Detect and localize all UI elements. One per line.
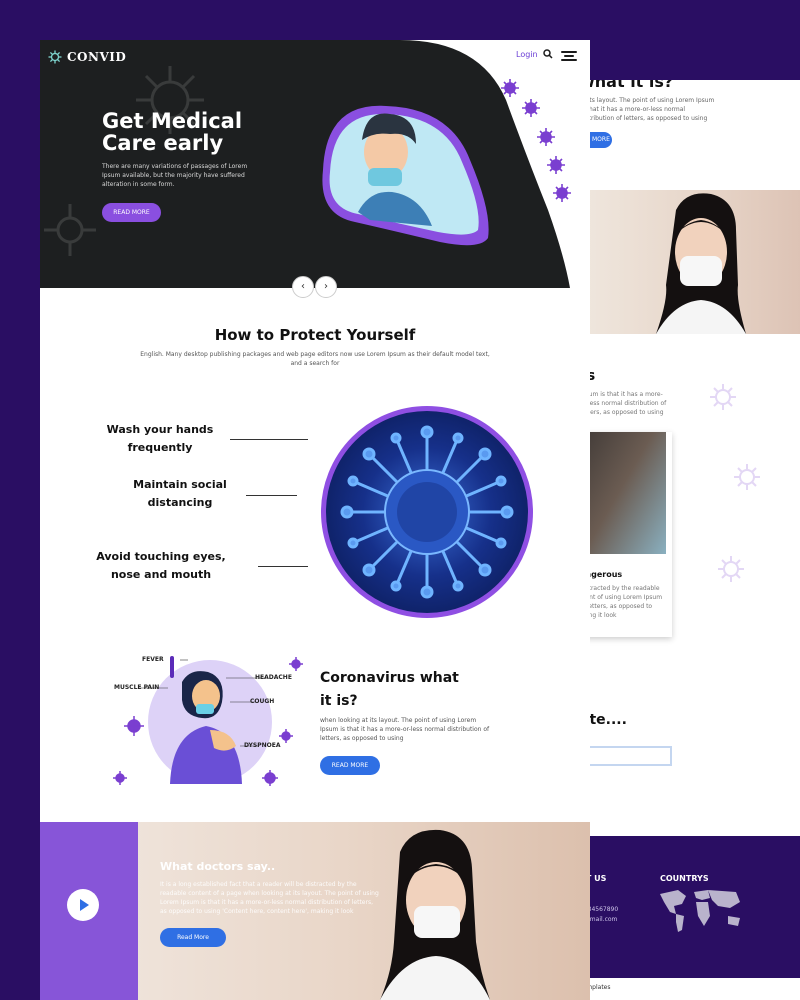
back-section-text: of its layout. The point of using Lorem … [580,97,715,122]
protect-text: English. Many desktop publishing package… [140,351,490,367]
coronavirus-image [321,406,533,618]
chevron-right-icon[interactable]: › [315,276,337,298]
tip-social-distancing: Maintain social distancing [133,478,227,509]
doctor-photo [586,190,800,334]
card-text: distracted by the readable point of usin… [580,585,663,619]
doctors-title: What doctors say.. [160,860,276,873]
doctors-section: What doctors say.. It is a long establis… [40,822,590,1000]
menu-icon[interactable] [561,51,577,61]
back-section-title: what it is? [580,80,674,91]
world-map-icon [660,890,740,932]
hero-text: There are many variations of passages of… [102,163,248,188]
logo-text: CONVID [67,50,127,64]
protect-title: How to Protect Yourself [214,326,416,344]
tip-connector [230,439,308,440]
tip-wash-hands: Wash your hands frequently [106,423,214,454]
back-section2-text: Ipsum is that it has a more-or-less norm… [580,391,667,416]
virus-icon [710,384,736,410]
front-page-preview: CONVID Login Get Medical Care early Ther… [40,40,590,1000]
tip-connector [258,566,308,567]
symptom-cough: COUGH [250,698,275,705]
tip-avoid-touching: Avoid touching eyes, nose and mouth [96,550,226,581]
virus-icon [734,464,760,490]
search-icon[interactable] [543,49,553,59]
tip-connector [246,495,297,496]
virus-logo-icon [48,50,62,64]
footer: CT US 1234567890 @gmail.com COUNTRYS [560,836,800,978]
symptom-headache: HEADACHE [255,674,292,681]
doctors-read-more-button[interactable]: Read More [160,928,226,947]
footer-countrys-heading: COUNTRYS [660,874,709,883]
coronavirus-text: when looking at its layout. The point of… [320,717,490,742]
logo[interactable]: CONVID [48,50,126,64]
symptom-dyspnoea: DYSPNOEA [244,742,281,749]
hero-read-more-button[interactable]: READ MORE [102,203,161,222]
hero-title: Get Medical Care early [102,109,243,155]
coronavirus-title: Coronavirus what it is? [320,670,459,709]
play-icon[interactable] [67,889,99,921]
virus-icon [501,79,571,202]
chevron-left-icon[interactable]: ‹ [292,276,314,298]
login-link[interactable]: Login [516,50,538,59]
doctors-text: It is a long established fact that a rea… [160,881,379,915]
symptom-fever: FEVER [142,656,164,663]
back-page-preview: what it is? of its layout. The point of … [560,80,800,1000]
hero-section: CONVID Login Get Medical Care early Ther… [40,40,590,288]
virus-icon [718,556,744,582]
symptoms-illustration: FEVER HEADACHE MUSCLE PAIN COUGH DYSPNOE… [110,650,310,794]
coronavirus-read-more-button[interactable]: READ MORE [320,756,380,775]
symptom-muscle-pain: MUSCLE PAIN [114,684,160,691]
